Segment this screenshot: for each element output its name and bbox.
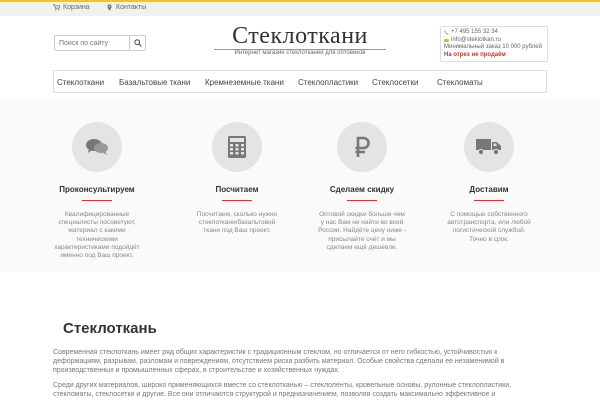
contact-email-row[interactable]: info@steklotkan.ru [444, 37, 544, 45]
nav-item-steklosetki[interactable]: Стеклосетки [372, 78, 418, 87]
feature-underline [347, 200, 377, 201]
phone-icon [444, 30, 449, 35]
contact-email: info@steklotkan.ru [451, 36, 501, 43]
feature-desc: Посчитаем, сколько нужно стеклоткани/баз… [196, 211, 278, 235]
main-nav: Стеклоткани Базальтовые ткани Кремнеземн… [53, 70, 547, 93]
contact-box: +7 495 155 32 34 info@steklotkan.ru Мини… [440, 26, 548, 62]
contact-phone: +7 495 155 32 34 [451, 29, 498, 35]
feature-title: Посчитаем [215, 185, 259, 194]
feature-underline [82, 200, 112, 201]
feature-title: Проконсультируем [59, 185, 135, 194]
map-marker-icon [107, 4, 112, 11]
content-paragraph: Среди других материалов, широко применяю… [53, 382, 512, 398]
nav-item-steklomaty[interactable]: Стекломаты [437, 78, 483, 87]
contact-cut-note: На отрез не продаём [444, 51, 506, 58]
chat-bubbles-icon [86, 139, 108, 155]
feature-calculate: Посчитаем Посчитаем, сколько нужно стекл… [182, 122, 292, 236]
feature-desc: Квалифицированные специалисты посоветуют… [54, 211, 140, 260]
nav-item-steklotkani[interactable]: Стеклоткани [57, 78, 104, 87]
cart-icon [53, 4, 60, 11]
feature-desc: С помощью собственного автотранспорта, и… [447, 211, 531, 243]
section-title: Стеклоткань [63, 320, 157, 337]
contact-min-order: Минимальный заказ 10 000 рублей [444, 44, 542, 50]
cart-label: Корзина [63, 4, 90, 11]
content-paragraph: Современная стеклоткань имеет ряд общих … [53, 349, 505, 374]
feature-icon-circle [72, 122, 122, 172]
nav-item-kremnezemnye[interactable]: Кремнеземные ткани [205, 78, 284, 87]
contact-phone-row[interactable]: +7 495 155 32 34 [444, 29, 544, 37]
feature-discount: Сделаем скидку Оптовой скидки больше чем… [307, 122, 417, 252]
feature-underline [474, 200, 504, 201]
nav-item-bazaltovye[interactable]: Базальтовые ткани [119, 78, 190, 87]
feature-title: Сделаем скидку [329, 185, 395, 194]
contacts-label: Контакты [116, 4, 147, 11]
calculator-icon [228, 136, 246, 158]
feature-underline [222, 200, 252, 201]
contacts-link[interactable]: Контакты [106, 4, 146, 11]
ruble-icon [355, 136, 370, 157]
nav-item-stekloplastiki[interactable]: Стеклопластики [298, 78, 358, 87]
feature-desc: Оптовой скидки больше чем у нас Вам не н… [318, 211, 406, 251]
feature-consult: Проконсультируем Квалифицированные специ… [42, 122, 152, 260]
feature-title: Доставим [469, 185, 509, 194]
feature-icon-circle [337, 122, 387, 172]
cart-link[interactable]: Корзина [53, 4, 90, 11]
envelope-icon [444, 38, 449, 42]
top-bar: Корзина Контакты [0, 0, 600, 16]
feature-delivery: Доставим С помощью собственного автотран… [434, 122, 544, 244]
feature-icon-circle [464, 122, 514, 172]
truck-icon [476, 139, 501, 156]
feature-icon-circle [212, 122, 262, 172]
